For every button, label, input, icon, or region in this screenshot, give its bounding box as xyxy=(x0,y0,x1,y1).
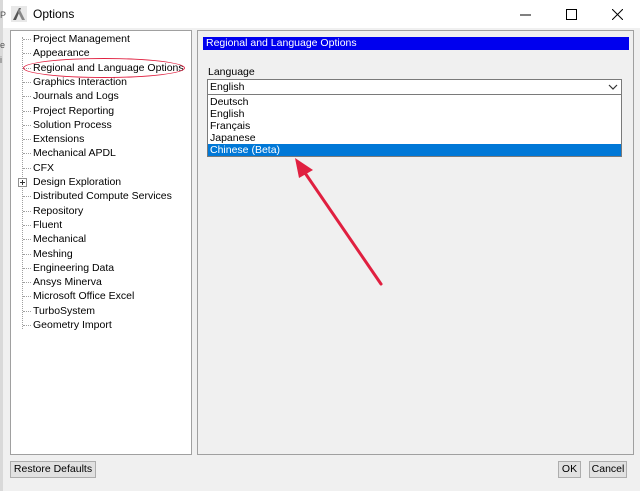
tree-item[interactable]: Design Exploration xyxy=(11,175,191,189)
language-option-japanese[interactable]: Japanese xyxy=(208,132,621,144)
tree-item[interactable]: Ansys Minerva xyxy=(11,275,191,289)
tree-item[interactable]: Project Management xyxy=(11,32,191,46)
expand-plus-icon[interactable] xyxy=(18,178,27,187)
tree-item[interactable]: Solution Process xyxy=(11,118,191,132)
tree-connector xyxy=(23,39,31,40)
section-title-bar: Regional and Language Options xyxy=(203,37,629,50)
language-combobox-value: English xyxy=(210,81,245,93)
cancel-button[interactable]: Cancel xyxy=(589,461,627,478)
tree-item-label: Microsoft Office Excel xyxy=(33,290,135,303)
tree-connector xyxy=(23,153,31,155)
tree-item[interactable]: Journals and Logs xyxy=(11,89,191,103)
tree-item-label: Geometry Import xyxy=(33,319,112,331)
language-label: Language xyxy=(208,66,255,78)
tree-connector xyxy=(23,253,31,255)
tree-item[interactable]: Fluent xyxy=(11,218,191,232)
ok-button[interactable]: OK xyxy=(558,461,581,478)
tree-connector xyxy=(23,67,31,69)
maximize-button[interactable] xyxy=(548,0,594,28)
tree-item-label: Graphics Interaction xyxy=(33,75,127,88)
tree-item-label: Meshing xyxy=(33,247,73,260)
tree-item[interactable]: Engineering Data xyxy=(11,261,191,275)
tree-connector xyxy=(23,110,31,112)
tree-item-label: Distributed Compute Services xyxy=(33,190,172,203)
close-button[interactable] xyxy=(594,0,640,28)
tree-connector xyxy=(23,282,31,284)
tree-connector xyxy=(23,224,31,226)
tree-item-label: Mechanical APDL xyxy=(33,147,116,160)
restore-defaults-button[interactable]: Restore Defaults xyxy=(10,461,96,478)
tree-item-label: CFX xyxy=(33,161,54,174)
tree-item[interactable]: Regional and Language Options xyxy=(11,61,191,75)
tree-item[interactable]: Extensions xyxy=(11,132,191,146)
tree-connector xyxy=(23,139,31,141)
tree-item-label: Design Exploration xyxy=(33,176,122,188)
tree-item-label: Journals and Logs xyxy=(33,90,119,103)
tree-item[interactable]: Geometry Import xyxy=(11,318,191,332)
ansys-app-icon xyxy=(11,6,27,22)
tree-connector xyxy=(23,267,31,269)
tree-item[interactable]: Graphics Interaction xyxy=(11,75,191,89)
tree-item[interactable]: Mechanical xyxy=(11,232,191,246)
title-bar[interactable]: Options xyxy=(0,0,640,28)
tree-connector xyxy=(23,210,31,212)
edge-char: i xyxy=(0,55,2,65)
tree-item-label: Repository xyxy=(33,204,84,217)
edge-char: P xyxy=(0,10,7,20)
tree-item-label: Project Management xyxy=(33,33,130,45)
tree-item[interactable]: Meshing xyxy=(11,247,191,261)
tree-item[interactable]: Appearance xyxy=(11,46,191,60)
tree-item[interactable]: Project Reporting xyxy=(11,104,191,118)
language-combobox[interactable]: English xyxy=(207,79,622,95)
edge-char: e xyxy=(0,40,6,50)
language-option-english[interactable]: English xyxy=(208,108,621,120)
tree-item[interactable]: Mechanical APDL xyxy=(11,146,191,160)
tree-connector xyxy=(23,96,31,98)
chevron-down-icon[interactable] xyxy=(608,83,618,91)
maximize-icon xyxy=(565,8,577,20)
tree-item[interactable]: TurboSystem xyxy=(11,304,191,318)
tree-item-label: Project Reporting xyxy=(33,104,115,117)
tree-item-label: Ansys Minerva xyxy=(33,276,102,289)
tree-item[interactable]: Distributed Compute Services xyxy=(11,189,191,203)
tree-item-label: Solution Process xyxy=(33,118,112,131)
options-tree[interactable]: Project Management Appearance Regional and… xyxy=(10,30,192,455)
tree-connector xyxy=(23,296,31,298)
tree-item[interactable]: Repository xyxy=(11,204,191,218)
tree-item-label: Engineering Data xyxy=(33,261,115,274)
tree-connector xyxy=(23,81,31,83)
language-option-chinese-beta[interactable]: Chinese (Beta) xyxy=(208,144,621,156)
options-content-panel: Regional and Language Options Language E… xyxy=(197,30,634,455)
tree-connector xyxy=(23,124,31,126)
tree-item-label: Appearance xyxy=(33,47,90,60)
close-icon xyxy=(611,8,623,20)
language-option-deutsch[interactable]: Deutsch xyxy=(208,96,621,108)
minimize-icon xyxy=(519,14,531,15)
tree-connector xyxy=(23,325,31,326)
tree-item-label: Mechanical xyxy=(33,233,87,246)
tree-connector xyxy=(23,196,31,198)
tree-item-label: TurboSystem xyxy=(33,304,96,317)
options-dialog: Options P e i Project Management Appearan… xyxy=(0,0,640,491)
tree-item-label: Fluent xyxy=(33,218,63,231)
tree-item-label: Extensions xyxy=(33,133,85,146)
minimize-button[interactable] xyxy=(502,0,548,28)
tree-connector xyxy=(23,310,31,312)
background-window-edge: P e i xyxy=(0,0,7,491)
tree-item[interactable]: CFX xyxy=(11,161,191,175)
tree-connector xyxy=(23,53,31,55)
language-option-francais[interactable]: Français xyxy=(208,120,621,132)
language-dropdown-list[interactable]: Deutsch English Français Japanese Chines… xyxy=(207,95,622,157)
tree-item[interactable]: Microsoft Office Excel xyxy=(11,289,191,303)
window-title: Options xyxy=(33,7,75,21)
tree-connector xyxy=(23,239,31,241)
tree-connector xyxy=(23,167,31,169)
tree-item-label: Regional and Language Options xyxy=(33,61,184,74)
